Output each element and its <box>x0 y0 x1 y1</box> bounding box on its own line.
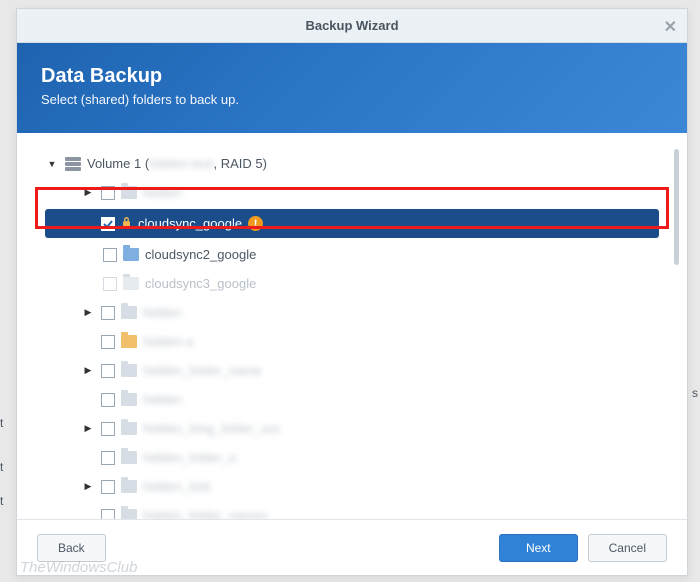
checkbox-disabled <box>103 277 117 291</box>
chevron-right-icon[interactable]: ▶ <box>81 187 95 198</box>
tree-node[interactable]: hidden <box>45 385 659 414</box>
tree-node-selected[interactable]: cloudsync_google ! <box>45 209 659 238</box>
checkbox[interactable] <box>101 422 115 436</box>
chevron-right-icon[interactable]: ▶ <box>81 365 95 376</box>
tree-node[interactable]: ▶ hidden_fold <box>45 472 659 501</box>
page-subtitle: Select (shared) folders to back up. <box>41 92 663 107</box>
checkbox[interactable] <box>101 509 115 520</box>
blurred-label: hidden <box>143 185 182 200</box>
bg-text: t <box>0 460 3 474</box>
checkbox[interactable] <box>101 480 115 494</box>
folder-icon <box>121 451 137 464</box>
disk-icon <box>65 157 81 171</box>
blurred-label: hidden_folder_namex <box>143 508 268 519</box>
bg-text: t <box>0 416 3 430</box>
blurred-label: hidden_folder_name <box>143 363 262 378</box>
folder-icon <box>123 277 139 290</box>
volume-prefix: Volume 1 ( <box>87 156 149 171</box>
checkbox[interactable] <box>101 306 115 320</box>
blurred-text: hidden-text <box>149 156 213 171</box>
cancel-button[interactable]: Cancel <box>588 534 667 562</box>
chevron-down-icon[interactable]: ▼ <box>45 159 59 169</box>
folder-icon <box>121 186 137 199</box>
volume-suffix: , RAID 5) <box>213 156 266 171</box>
checkbox-checked[interactable] <box>101 217 115 231</box>
tree-node[interactable]: hidden_folder_namex <box>45 501 659 519</box>
next-button[interactable]: Next <box>499 534 578 562</box>
chevron-right-icon[interactable]: ▶ <box>81 423 95 434</box>
folder-icon <box>121 335 137 348</box>
warning-icon: ! <box>248 216 263 231</box>
folder-icon <box>121 306 137 319</box>
window-title: Backup Wizard <box>305 18 398 33</box>
tree-node[interactable]: ▶ hidden_long_folder_xxx <box>45 414 659 443</box>
close-icon[interactable]: ✕ <box>664 17 677 37</box>
blurred-label: hidden-a <box>143 334 194 349</box>
tree-node[interactable]: ▶ hidden <box>45 178 659 207</box>
folder-tree: ▼ Volume 1 (hidden-text, RAID 5) ▶ hidde… <box>45 149 659 519</box>
bg-text: t <box>0 494 3 508</box>
volume-label: Volume 1 (hidden-text, RAID 5) <box>87 156 267 171</box>
tree-node[interactable]: hidden-a <box>45 327 659 356</box>
dialog-header: Data Backup Select (shared) folders to b… <box>17 43 687 133</box>
tree-node[interactable]: ▶ hidden_folder_name <box>45 356 659 385</box>
checkbox[interactable] <box>101 364 115 378</box>
content-area: ▼ Volume 1 (hidden-text, RAID 5) ▶ hidde… <box>17 133 687 519</box>
folder-icon <box>121 480 137 493</box>
tree-node[interactable]: hidden_folder_a <box>45 443 659 472</box>
checkbox[interactable] <box>101 186 115 200</box>
tree-item-label: cloudsync3_google <box>145 276 256 291</box>
checkbox[interactable] <box>103 248 117 262</box>
blurred-label: hidden <box>143 392 182 407</box>
tree-item-label: cloudsync2_google <box>145 247 256 262</box>
folder-icon <box>121 364 137 377</box>
back-button[interactable]: Back <box>37 534 106 562</box>
bg-text: s <box>692 386 698 400</box>
lock-icon <box>121 216 132 231</box>
tree-node-disabled: cloudsync3_google <box>45 269 659 298</box>
blurred-label: hidden_fold <box>143 479 210 494</box>
folder-icon <box>121 509 137 519</box>
titlebar: Backup Wizard ✕ <box>17 9 687 43</box>
chevron-right-icon[interactable]: ▶ <box>81 481 95 492</box>
tree-item-label: cloudsync_google <box>138 216 242 231</box>
dialog-footer: Back Next Cancel <box>17 519 687 575</box>
blurred-label: hidden_long_folder_xxx <box>143 421 280 436</box>
checkbox[interactable] <box>101 335 115 349</box>
tree-node[interactable]: ▶ hidden <box>45 298 659 327</box>
footer-right-group: Next Cancel <box>499 534 667 562</box>
page-title: Data Backup <box>41 65 663 88</box>
tree-node-volume[interactable]: ▼ Volume 1 (hidden-text, RAID 5) <box>45 149 659 178</box>
folder-icon <box>121 422 137 435</box>
chevron-right-icon[interactable]: ▶ <box>81 307 95 318</box>
blurred-label: hidden <box>143 305 182 320</box>
folder-icon <box>121 393 137 406</box>
tree-node[interactable]: cloudsync2_google <box>45 240 659 269</box>
blurred-label: hidden_folder_a <box>143 450 236 465</box>
backup-wizard-dialog: Backup Wizard ✕ Data Backup Select (shar… <box>16 8 688 576</box>
checkbox[interactable] <box>101 393 115 407</box>
scrollbar[interactable] <box>674 149 679 265</box>
checkbox[interactable] <box>101 451 115 465</box>
folder-icon <box>123 248 139 261</box>
